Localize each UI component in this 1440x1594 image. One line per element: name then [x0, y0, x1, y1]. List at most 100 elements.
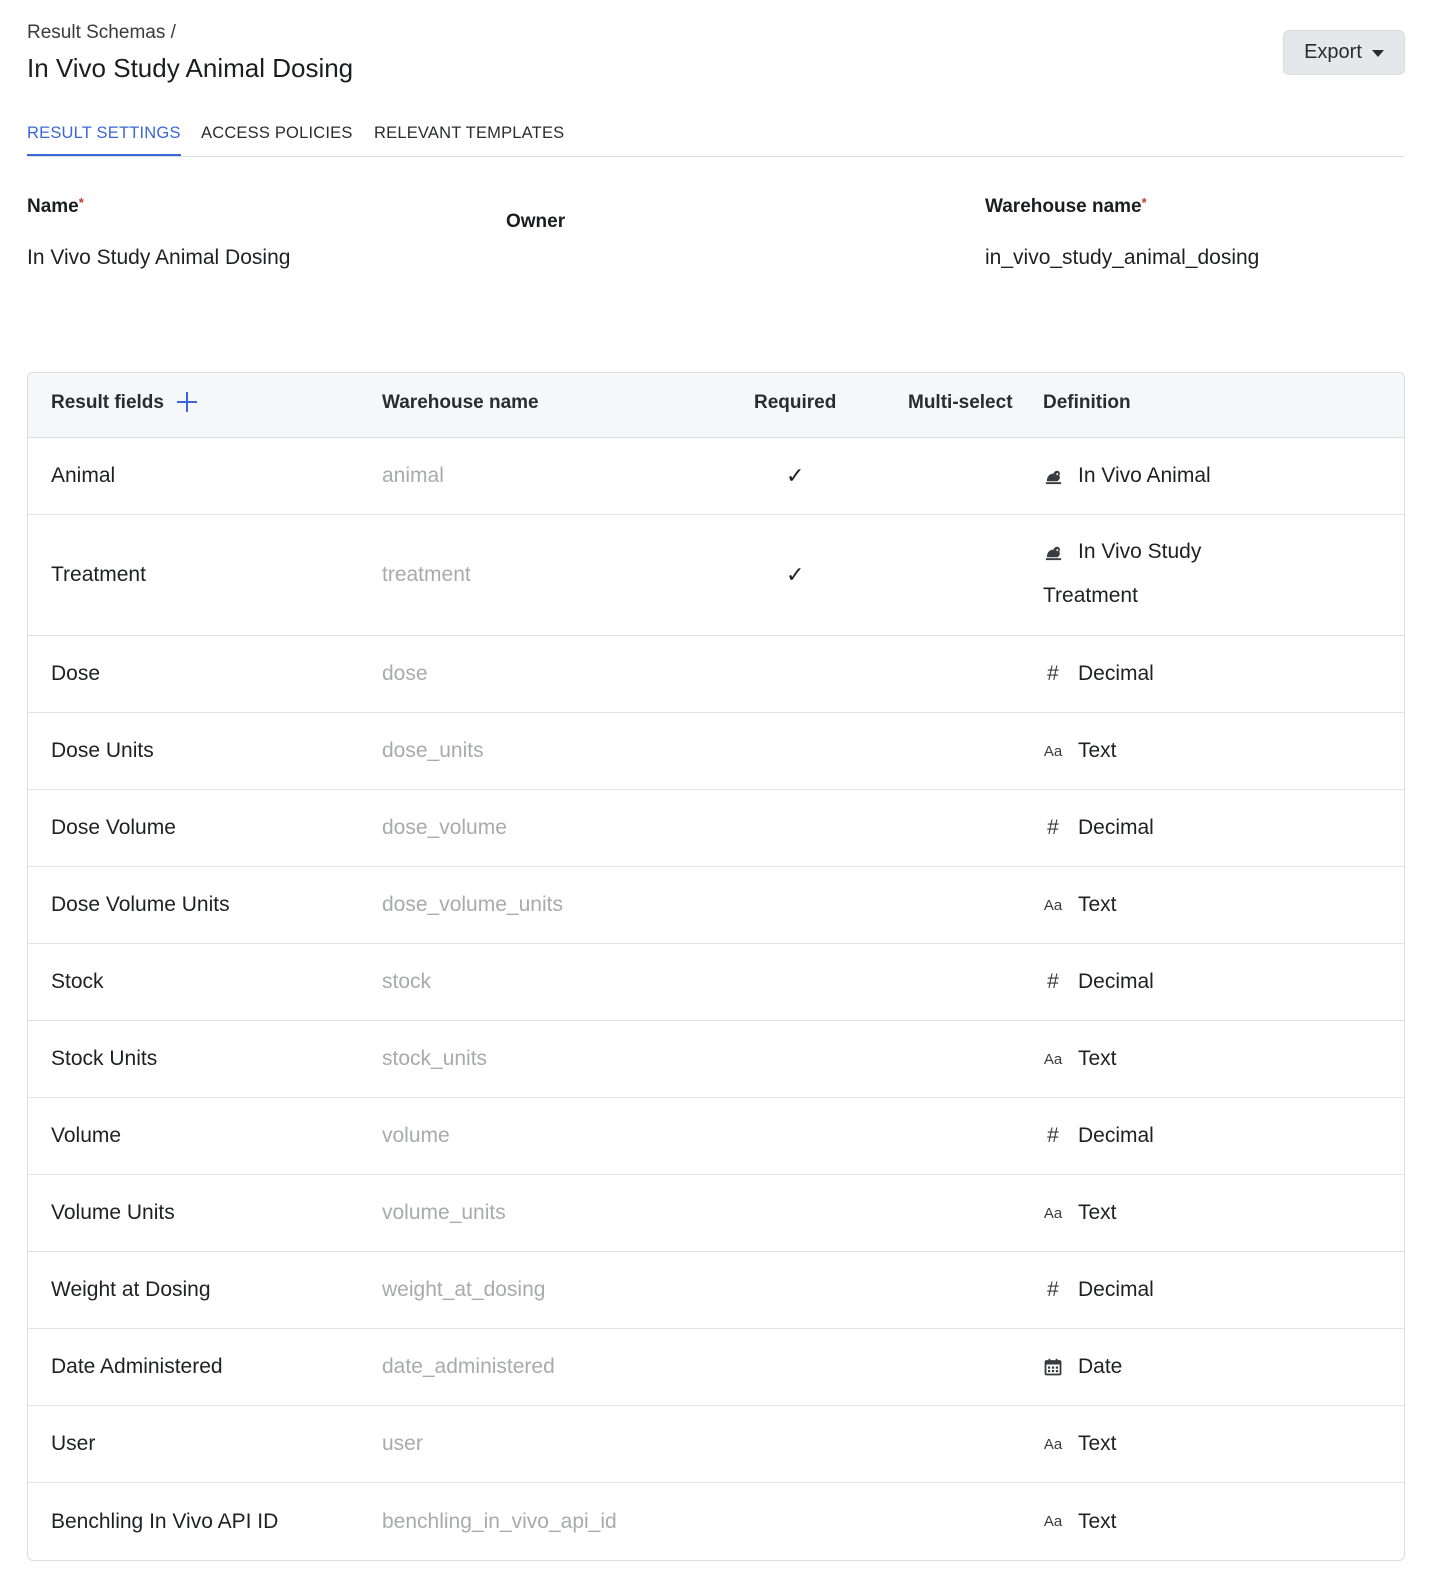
- field-name: Dose Volume Units: [51, 893, 230, 916]
- header-definition: Definition: [1043, 392, 1131, 413]
- field-definition[interactable]: Aa Text: [1043, 1510, 1117, 1534]
- table-body: Animal animal ✓ In Vivo Animal Treatment trea…: [28, 438, 1404, 1560]
- warehouse-name-value[interactable]: in_vivo_study_animal_dosing: [985, 246, 1259, 270]
- field-name: Stock Units: [51, 1047, 158, 1070]
- owner-label: Owner: [506, 211, 566, 232]
- field-definition[interactable]: In Vivo Animal: [1043, 464, 1211, 488]
- field-definition[interactable]: # Decimal: [1043, 662, 1154, 686]
- table-row[interactable]: Date Administered date_administered Date: [28, 1329, 1404, 1406]
- name-label: Name*: [27, 195, 84, 218]
- table-row[interactable]: Weight at Dosing weight_at_dosing # Decimal: [28, 1252, 1404, 1329]
- table-row[interactable]: Volume Units volume_units Aa Text: [28, 1175, 1404, 1252]
- field-name: Weight at Dosing: [51, 1278, 211, 1301]
- hash-icon: #: [1047, 970, 1059, 993]
- breadcrumb[interactable]: Result Schemas /: [27, 22, 176, 44]
- field-name: Animal: [51, 464, 116, 487]
- field-definition[interactable]: In Vivo Study Treatment: [1043, 540, 1201, 608]
- warehouse-name-label: Warehouse name*: [985, 195, 1147, 218]
- chevron-down-icon: [1371, 50, 1384, 57]
- definition-label: Treatment: [1043, 584, 1138, 607]
- field-warehouse-name: user: [382, 1432, 423, 1455]
- definition-label: Text: [1078, 1509, 1117, 1533]
- required-marker: *: [1141, 195, 1147, 210]
- table-row[interactable]: Benchling In Vivo API ID benchling_in_viv…: [28, 1483, 1404, 1560]
- field-warehouse-name: benchling_in_vivo_api_id: [382, 1509, 617, 1533]
- tab-relevant-templates[interactable]: RELEVANT TEMPLATES: [374, 124, 564, 154]
- table-header: Result fields Warehouse name Required Mu…: [28, 373, 1404, 438]
- add-field-icon[interactable]: [176, 391, 198, 413]
- definition-label: Text: [1078, 893, 1117, 916]
- field-name: User: [51, 1432, 96, 1455]
- field-name: Stock: [51, 970, 104, 993]
- page-title: In Vivo Study Animal Dosing: [27, 53, 354, 83]
- field-name: Date Administered: [51, 1355, 223, 1378]
- name-value[interactable]: In Vivo Study Animal Dosing: [27, 246, 290, 270]
- field-definition[interactable]: Date: [1043, 1355, 1122, 1379]
- tab-access-policies[interactable]: ACCESS POLICIES: [201, 124, 353, 154]
- required-marker: *: [78, 195, 84, 210]
- definition-label: Decimal: [1078, 816, 1154, 839]
- text-icon: Aa: [1043, 1204, 1063, 1222]
- field-warehouse-name: dose_units: [382, 739, 484, 762]
- hash-icon: #: [1047, 816, 1059, 839]
- field-warehouse-name: stock_units: [382, 1047, 488, 1070]
- table-row[interactable]: Treatment treatment ✓ In Vivo Study Treatmen…: [28, 515, 1404, 636]
- field-definition[interactable]: Aa Text: [1043, 1432, 1117, 1456]
- field-warehouse-name: weight_at_dosing: [382, 1278, 546, 1301]
- export-button[interactable]: Export: [1283, 30, 1405, 75]
- definition-label: In Vivo Study: [1078, 540, 1202, 563]
- field-warehouse-name: dose: [382, 662, 428, 685]
- definition-label: Decimal: [1078, 970, 1154, 993]
- definition-label: Decimal: [1078, 662, 1154, 685]
- table-row[interactable]: Dose Units dose_units Aa Text: [28, 713, 1404, 790]
- hash-icon: #: [1047, 662, 1059, 685]
- text-icon: Aa: [1043, 1050, 1063, 1068]
- definition-label: Decimal: [1078, 1278, 1154, 1301]
- table-row[interactable]: User user Aa Text: [28, 1406, 1404, 1483]
- field-definition[interactable]: Aa Text: [1043, 739, 1117, 763]
- table-row[interactable]: Animal animal ✓ In Vivo Animal: [28, 438, 1404, 515]
- table-row[interactable]: Stock stock # Decimal: [28, 944, 1404, 1021]
- definition-label: Text: [1078, 1047, 1117, 1070]
- header-multi-select: Multi-select: [908, 392, 1013, 413]
- required-check-icon: ✓: [786, 562, 805, 587]
- field-name: Dose: [51, 662, 101, 685]
- animal-icon: [1043, 543, 1063, 562]
- field-warehouse-name: dose_volume: [382, 816, 507, 839]
- tab-result-settings[interactable]: RESULT SETTINGS: [27, 124, 181, 156]
- field-warehouse-name: animal: [382, 464, 444, 487]
- required-check-icon: ✓: [786, 463, 805, 488]
- definition-label: Text: [1078, 1432, 1117, 1455]
- table-row[interactable]: Dose dose # Decimal: [28, 636, 1404, 713]
- field-definition[interactable]: Aa Text: [1043, 1201, 1117, 1225]
- field-definition[interactable]: # Decimal: [1043, 1278, 1154, 1302]
- calendar-icon: [1043, 1358, 1063, 1376]
- table-row[interactable]: Volume volume # Decimal: [28, 1098, 1404, 1175]
- field-warehouse-name: volume_units: [382, 1201, 506, 1224]
- hash-icon: #: [1047, 1278, 1059, 1301]
- text-icon: Aa: [1043, 742, 1063, 760]
- definition-label: Text: [1078, 739, 1117, 762]
- field-warehouse-name: date_administered: [382, 1355, 555, 1378]
- text-icon: Aa: [1043, 1513, 1063, 1530]
- result-fields-table: Result fields Warehouse name Required Mu…: [27, 372, 1405, 1561]
- field-warehouse-name: stock: [382, 970, 432, 993]
- header-warehouse-name: Warehouse name: [382, 392, 539, 413]
- field-definition[interactable]: # Decimal: [1043, 970, 1154, 994]
- definition-label: Decimal: [1078, 1124, 1154, 1147]
- warehouse-name-label-text: Warehouse name: [985, 196, 1142, 217]
- header-result-fields: Result fields: [51, 392, 164, 413]
- field-definition[interactable]: # Decimal: [1043, 816, 1154, 840]
- text-icon: Aa: [1043, 896, 1063, 914]
- field-definition[interactable]: Aa Text: [1043, 1047, 1117, 1071]
- table-row[interactable]: Dose Volume dose_volume # Decimal: [28, 790, 1404, 867]
- table-row[interactable]: Stock Units stock_units Aa Text: [28, 1021, 1404, 1098]
- field-definition[interactable]: Aa Text: [1043, 893, 1117, 917]
- field-name: Benchling In Vivo API ID: [51, 1509, 279, 1533]
- field-name: Volume: [51, 1124, 122, 1147]
- name-label-text: Name: [27, 196, 79, 217]
- table-row[interactable]: Dose Volume Units dose_volume_units Aa Text: [28, 867, 1404, 944]
- definition-label: Text: [1078, 1201, 1117, 1224]
- field-definition[interactable]: # Decimal: [1043, 1124, 1154, 1148]
- field-name: Volume Units: [51, 1201, 175, 1224]
